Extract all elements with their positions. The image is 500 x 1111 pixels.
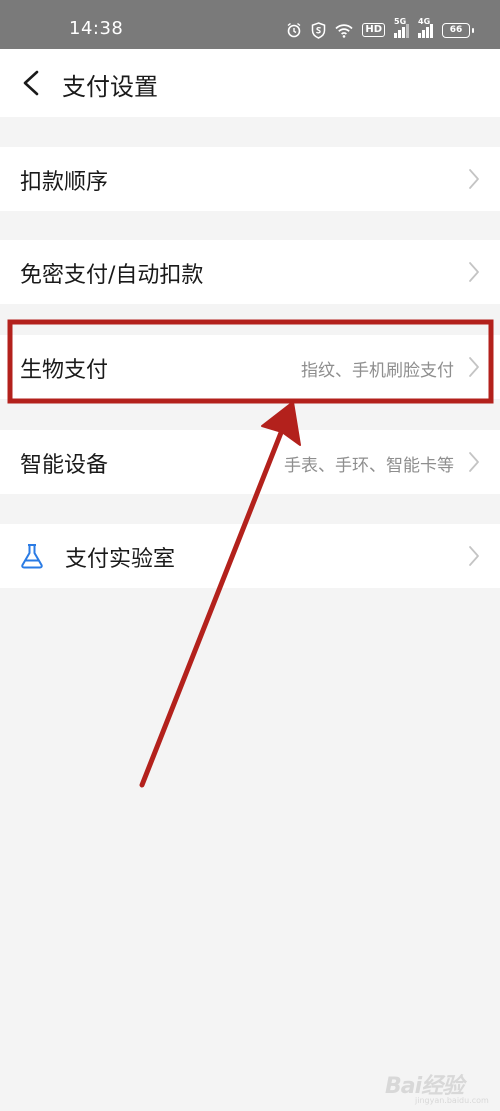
chevron-left-icon: [23, 70, 39, 96]
signal-5g-icon: 5G: [394, 17, 409, 38]
watermark-url: jingyan.baidu.com: [415, 1096, 489, 1105]
row-subtitle: 手表、手环、智能卡等: [284, 456, 454, 476]
status-icons: HD 5G 4G 66: [286, 17, 474, 42]
hd-badge: HD: [362, 23, 385, 37]
chevron-right-icon: [469, 262, 479, 282]
row-label: 生物支付: [20, 358, 109, 383]
status-bar: 14:38 HD 5G 4G 66: [0, 0, 500, 49]
page-title: 支付设置: [62, 73, 158, 101]
row-label: 智能设备: [20, 453, 109, 478]
row-label: 支付实验室: [65, 547, 176, 572]
biometric-payment-item[interactable]: 生物支付 指纹、手机刷脸支付: [0, 335, 500, 399]
row-subtitle: 指纹、手机刷脸支付: [301, 361, 454, 381]
chevron-right-icon: [469, 546, 479, 566]
row-label: 免密支付/自动扣款: [20, 263, 204, 288]
chevron-right-icon: [469, 357, 479, 377]
network-5g-label: 5G: [394, 17, 407, 26]
watermark: Bai经验 jingyan.baidu.com: [385, 1058, 490, 1106]
back-button[interactable]: [14, 65, 50, 101]
wifi-icon: [335, 23, 353, 38]
shield-icon: [312, 21, 326, 39]
signal-4g-icon: 4G: [418, 17, 433, 38]
network-4g-label: 4G: [418, 17, 431, 26]
chevron-right-icon: [469, 169, 479, 189]
row-label: 扣款顺序: [20, 170, 109, 195]
deduction-order-item[interactable]: 扣款顺序: [0, 147, 500, 211]
battery-icon: 66: [442, 22, 474, 38]
nav-bar: 支付设置: [0, 49, 500, 117]
status-time: 14:38: [69, 18, 124, 39]
smart-device-item[interactable]: 智能设备 手表、手环、智能卡等: [0, 430, 500, 494]
alarm-icon: [287, 22, 301, 38]
chevron-right-icon: [469, 452, 479, 472]
flask-icon: [21, 544, 43, 569]
password-free-payment-item[interactable]: 免密支付/自动扣款: [0, 240, 500, 304]
payment-lab-item[interactable]: 支付实验室: [0, 524, 500, 588]
